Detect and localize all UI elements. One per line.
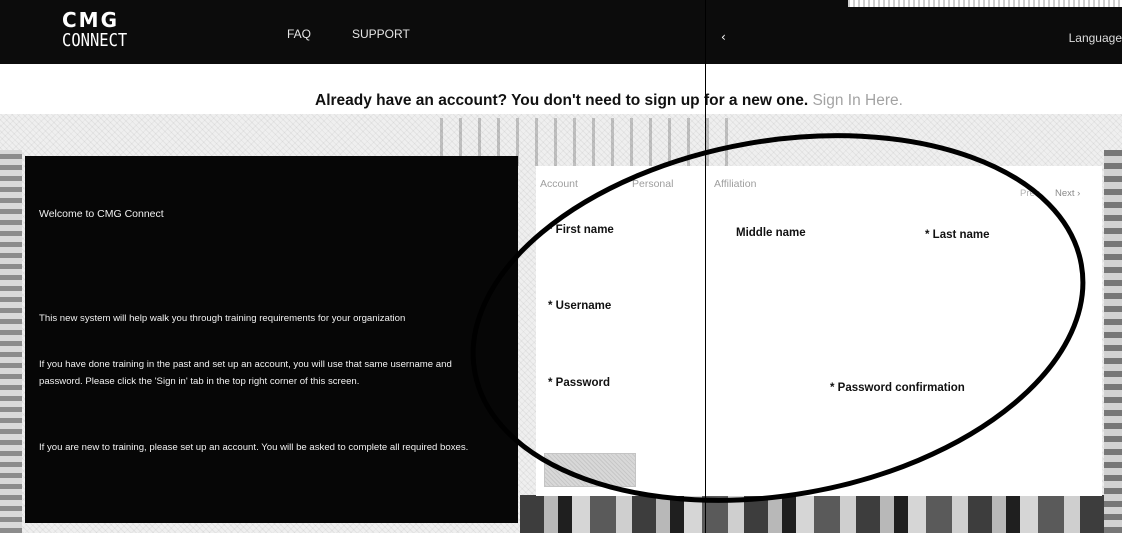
submit-button[interactable] (544, 453, 636, 487)
welcome-paragraph-intro: This new system will help walk you throu… (39, 313, 406, 324)
signin-prompt: Already have an account? You don't need … (315, 92, 903, 110)
background-crowd-bottom (520, 495, 1122, 533)
tab-affiliation[interactable]: Affiliation (714, 178, 756, 190)
scan-artifact (848, 0, 1122, 7)
cmg-connect-logo[interactable]: CMG CONNECT (62, 10, 162, 54)
last-name-label: * Last name (925, 229, 990, 241)
signup-form: Account Personal Affiliation Prev Next ›… (536, 166, 1102, 496)
next-button[interactable]: Next › (1055, 188, 1080, 199)
tab-personal[interactable]: Personal (632, 178, 673, 190)
password-confirmation-label: * Password confirmation (830, 382, 965, 394)
welcome-paragraph-new: If you are new to training, please set u… (39, 442, 469, 453)
tab-account[interactable]: Account (540, 178, 578, 190)
top-nav-bar: CMG CONNECT FAQ SUPPORT ‹ Language (0, 0, 1122, 64)
screen: CMG CONNECT FAQ SUPPORT ‹ Language Alrea… (0, 0, 1122, 533)
logo-text-cmg: CMG (62, 8, 119, 32)
background-edge-left (0, 150, 22, 533)
password-label: * Password (548, 377, 610, 389)
first-name-label: * First name (548, 224, 614, 236)
nav-link-support[interactable]: SUPPORT (352, 27, 410, 41)
logo-text-connect: CONNECT (62, 30, 128, 51)
welcome-paragraph-returning: If you have done training in the past an… (39, 359, 452, 387)
background-edge-right (1104, 150, 1122, 533)
sign-in-link[interactable]: Sign In Here. (812, 92, 902, 109)
chevron-left-icon[interactable]: ‹ (721, 31, 726, 43)
middle-name-label: Middle name (736, 227, 806, 239)
welcome-title: Welcome to CMG Connect (39, 208, 164, 220)
language-menu[interactable]: Language (1069, 31, 1122, 45)
welcome-panel: Welcome to CMG Connect This new system w… (25, 156, 518, 523)
prev-button[interactable]: Prev (1020, 188, 1040, 199)
annotation-vertical-line (705, 0, 706, 533)
username-label: * Username (548, 300, 612, 312)
signin-prompt-text: Already have an account? You don't need … (315, 92, 813, 109)
nav-link-faq[interactable]: FAQ (287, 27, 311, 41)
